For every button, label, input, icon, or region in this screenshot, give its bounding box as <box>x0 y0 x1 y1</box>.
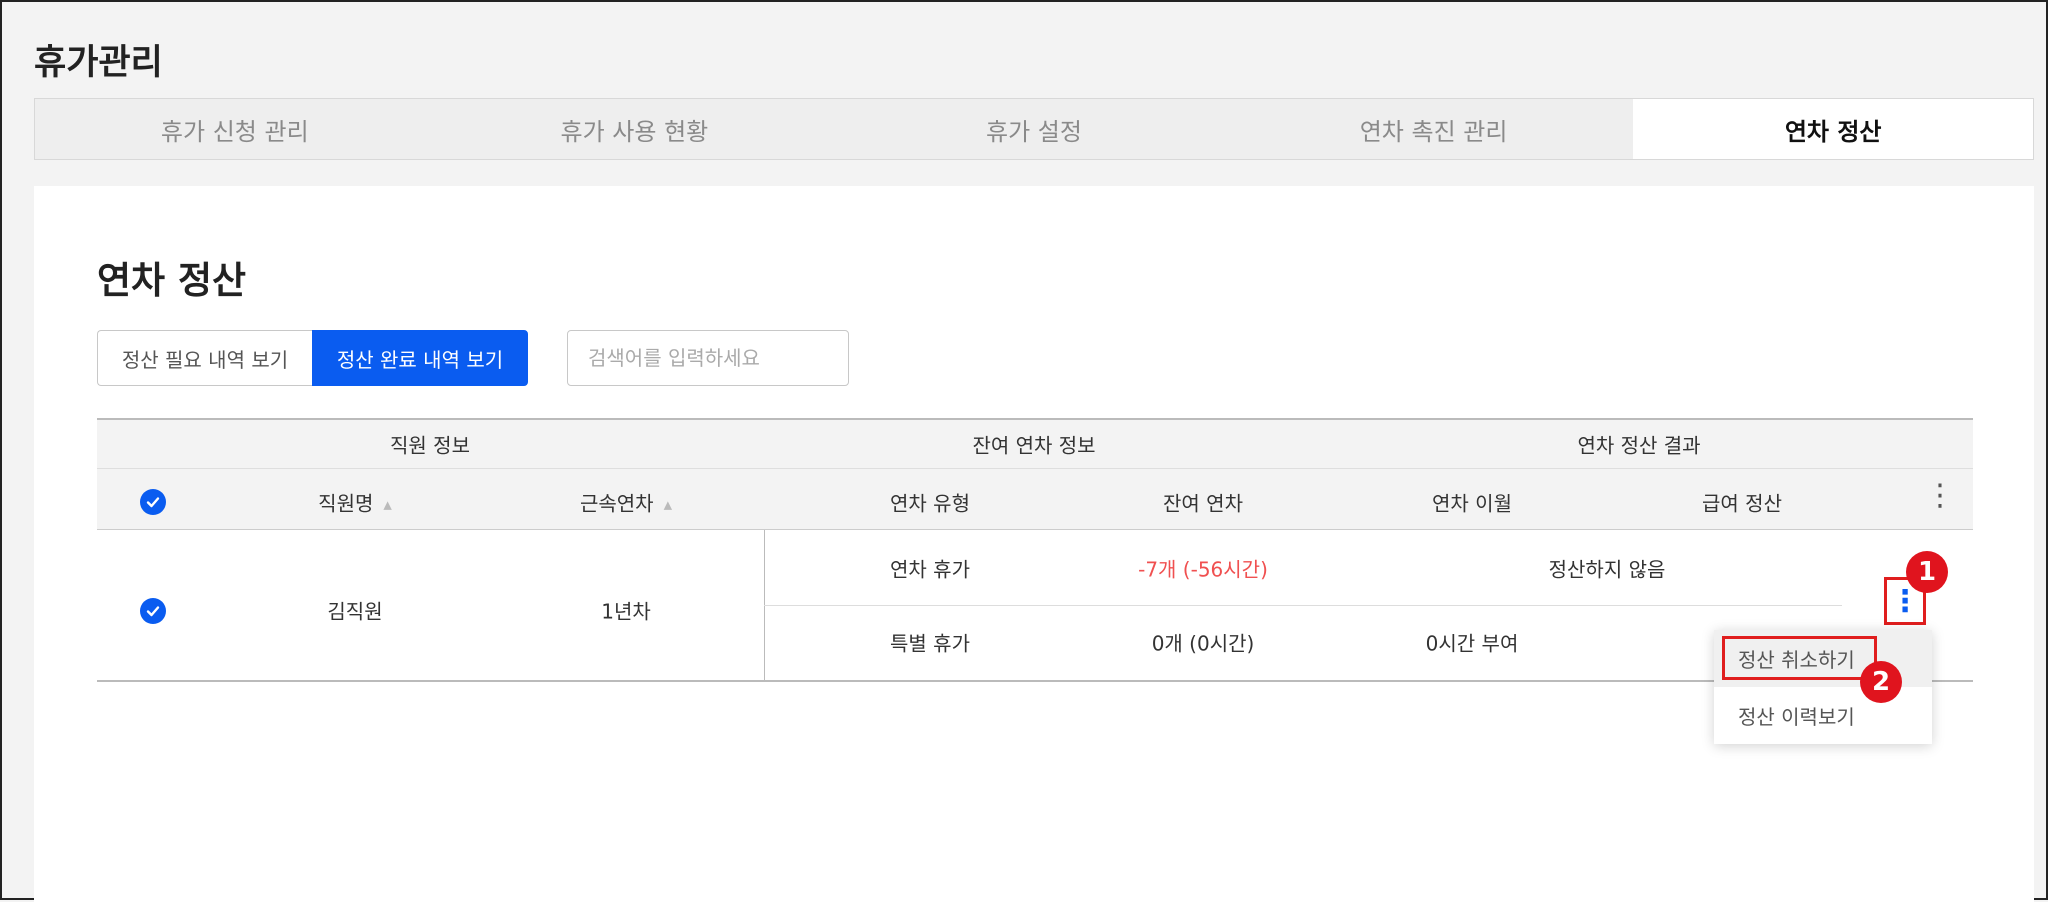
employee-name-column-header[interactable]: 직원명 ▲ <box>318 488 392 517</box>
row-checkbox[interactable] <box>140 598 166 624</box>
employee-name-header-label: 직원명 <box>318 491 374 516</box>
tab-leave-request-management[interactable]: 휴가 신청 관리 <box>35 99 435 159</box>
tab-leave-usage-status[interactable]: 휴가 사용 현황 <box>435 99 835 159</box>
salary-settlement-column-header: 급여 정산 <box>1702 491 1782 516</box>
tab-leave-promotion-management[interactable]: 연차 촉진 관리 <box>1234 99 1634 159</box>
checkmark-icon <box>146 497 160 508</box>
checkmark-icon <box>146 606 160 617</box>
special-remaining-leave-cell: 0개 (0시간) <box>1151 631 1255 656</box>
remaining-leave-group-header: 잔여 연차 정보 <box>972 433 1096 458</box>
pending-settlement-button[interactable]: 정산 필요 내역 보기 <box>97 330 312 386</box>
sort-icon: ▲ <box>663 498 673 512</box>
annual-settlement-result-cell: 정산하지 않음 <box>1548 557 1666 582</box>
years-of-service-cell: 1년차 <box>601 599 651 624</box>
annual-remaining-leave-cell: -7개 (-56시간) <box>1138 557 1268 582</box>
annotation-badge-1: 1 <box>1906 551 1948 593</box>
employee-info-group-header: 직원 정보 <box>390 433 470 458</box>
table-row: 김직원 1년차 연차 휴가 -7개 (-56시간) 정산하지 않음 특별 휴가 … <box>97 530 1973 682</box>
column-settings-kebab-icon[interactable]: ⋮ <box>1925 481 1955 511</box>
table-header: 직원 정보 잔여 연차 정보 연차 정산 결과 직원명 ▲ 근속연차 ▲ 연차 유형… <box>97 418 1973 530</box>
years-of-service-column-header[interactable]: 근속연차 ▲ <box>580 488 672 517</box>
completed-settlement-button[interactable]: 정산 완료 내역 보기 <box>312 330 528 386</box>
tab-leave-settings[interactable]: 휴가 설정 <box>834 99 1234 159</box>
tab-annual-leave-settlement[interactable]: 연차 정산 <box>1633 99 2033 159</box>
employee-name-cell: 김직원 <box>327 599 383 624</box>
header-divider <box>97 468 1973 469</box>
select-all-checkbox[interactable] <box>140 489 166 515</box>
annotation-badge-2: 2 <box>1860 661 1902 703</box>
special-carry-over-cell: 0시간 부여 <box>1425 631 1519 656</box>
page-title: 휴가관리 <box>34 43 163 83</box>
row-divider-horizontal <box>764 605 1842 606</box>
settlement-result-group-header: 연차 정산 결과 <box>1577 433 1701 458</box>
settlement-history-menu-item[interactable]: 정산 이력보기 <box>1714 687 1932 744</box>
leave-type-column-header: 연차 유형 <box>890 491 970 516</box>
annual-leave-type-cell: 연차 휴가 <box>890 557 970 582</box>
carry-over-column-header: 연차 이월 <box>1432 491 1512 516</box>
special-leave-type-cell: 특별 휴가 <box>890 631 970 656</box>
content-panel: 연차 정산 정산 필요 내역 보기 정산 완료 내역 보기 직원 정보 잔여 연… <box>34 186 2034 902</box>
sort-icon: ▲ <box>383 498 392 512</box>
years-of-service-header-label: 근속연차 <box>579 491 654 516</box>
search-input[interactable] <box>567 330 849 386</box>
section-title: 연차 정산 <box>97 259 247 302</box>
highlight-box <box>1722 636 1877 680</box>
leave-management-tabs: 휴가 신청 관리 휴가 사용 현황 휴가 설정 연차 촉진 관리 연차 정산 <box>34 98 2034 160</box>
remaining-leave-column-header: 잔여 연차 <box>1163 491 1243 516</box>
